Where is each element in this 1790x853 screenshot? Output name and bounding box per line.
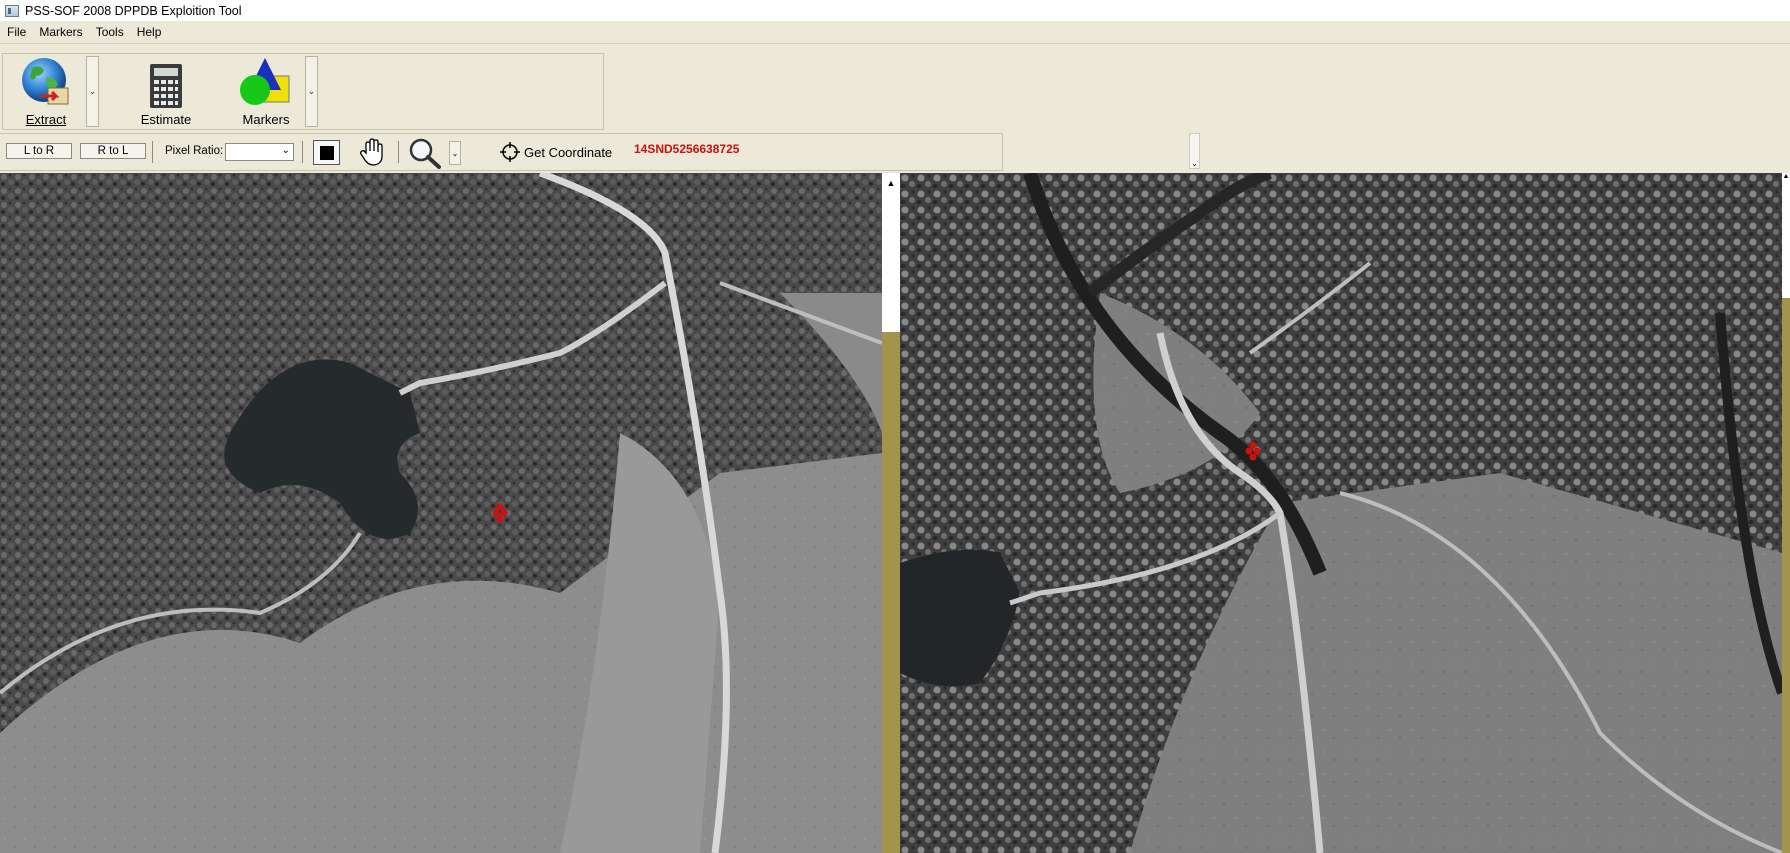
right-image-pane[interactable] (900, 173, 1782, 853)
estimate-label: Estimate (140, 112, 192, 127)
chevron-down-icon: ⌄ (281, 145, 290, 156)
scroll-up-arrow[interactable]: ▲ (1782, 173, 1790, 187)
toolbar-separator (302, 141, 303, 163)
app-window-icon (5, 4, 19, 17)
toolbar-separator (152, 141, 153, 163)
r-to-l-button[interactable]: R to L (80, 143, 146, 159)
markers-button[interactable]: Markers (231, 54, 301, 129)
zoom-magnifier-icon[interactable] (407, 137, 443, 169)
estimate-button[interactable]: Estimate (131, 54, 201, 129)
zoom-dropdown-arrow[interactable]: ⌄ (449, 141, 461, 165)
shapes-markers-icon (240, 58, 290, 105)
image-toolbar: L to R R to L Pixel Ratio: ⌄ ⌄ Get Coord… (0, 133, 1003, 171)
pixel-ratio-label: Pixel Ratio: (165, 145, 224, 157)
scroll-up-arrow[interactable]: ▲ (882, 173, 900, 192)
get-coordinate-label: Get Coordinate (524, 144, 613, 160)
scroll-thumb[interactable] (1782, 173, 1790, 298)
left-scrollbar[interactable]: ▲ (882, 173, 900, 853)
window-title: PSS-SOF 2008 DPPDB Exploition Tool (25, 3, 242, 18)
aerial-photo-right[interactable] (900, 173, 1782, 853)
stop-icon (319, 145, 334, 160)
menu-file[interactable]: File (0, 25, 32, 39)
menu-markers[interactable]: Markers (32, 25, 88, 39)
stop-button[interactable] (313, 140, 340, 165)
title-bar: PSS-SOF 2008 DPPDB Exploition Tool (0, 0, 1790, 21)
aerial-photo-left[interactable] (0, 173, 882, 853)
ribbon-toolbar: Extract ⌄ Estimate Markers ⌄ (2, 53, 604, 130)
extract-dropdown-arrow[interactable]: ⌄ (86, 56, 99, 127)
pixel-ratio-select[interactable]: ⌄ (225, 143, 294, 161)
pan-hand-icon[interactable] (357, 137, 387, 167)
globe-extract-icon (22, 58, 69, 105)
toolbar-separator (398, 141, 399, 163)
markers-dropdown-arrow[interactable]: ⌄ (305, 56, 318, 127)
get-coordinate-button[interactable]: Get Coordinate (500, 142, 612, 162)
l-to-r-button[interactable]: L to R (6, 143, 72, 159)
menu-help[interactable]: Help (130, 25, 168, 39)
right-scrollbar[interactable]: ▲ (1782, 173, 1790, 853)
extract-label: Extract (25, 112, 67, 127)
menu-bar: File Markers Tools Help (0, 21, 1790, 44)
calculator-icon (150, 64, 182, 108)
coordinate-readout: 14SND5256638725 (634, 142, 740, 156)
scroll-thumb[interactable] (882, 192, 900, 332)
left-image-pane[interactable] (0, 173, 882, 853)
toolbar-overflow-chevron[interactable]: ⌄ (1189, 133, 1200, 169)
menu-tools[interactable]: Tools (89, 25, 130, 39)
extract-button[interactable]: Extract (11, 54, 81, 129)
crosshair-icon (500, 142, 520, 162)
markers-label: Markers (242, 112, 290, 127)
